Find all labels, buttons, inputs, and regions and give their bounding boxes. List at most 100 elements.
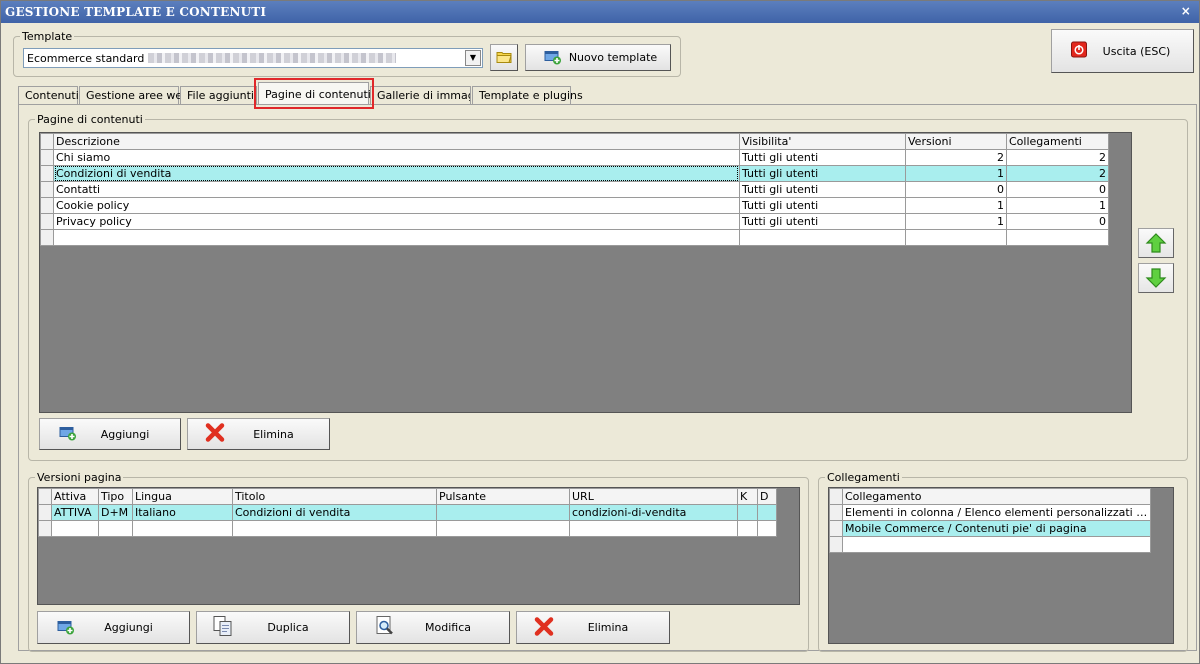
- empty-cell[interactable]: [232, 520, 437, 537]
- empty-cell[interactable]: [739, 229, 906, 246]
- cell-versioni[interactable]: 0: [905, 181, 1007, 198]
- row-indicator[interactable]: [40, 149, 54, 166]
- cell-tipo[interactable]: D+M: [98, 504, 133, 521]
- column-header[interactable]: D: [757, 488, 777, 505]
- cell-d[interactable]: [757, 504, 777, 521]
- delete-version-button[interactable]: Elimina: [516, 611, 670, 644]
- table-row-selected[interactable]: Condizioni di vendita Tutti gli utenti 1…: [40, 165, 1109, 182]
- column-header[interactable]: Lingua: [132, 488, 233, 505]
- row-indicator[interactable]: [40, 165, 54, 182]
- table-row-new[interactable]: [40, 229, 1109, 246]
- cell-collegamenti[interactable]: 0: [1006, 181, 1109, 198]
- cell-collegamenti[interactable]: 1: [1006, 197, 1109, 214]
- table-row[interactable]: Privacy policy Tutti gli utenti 1 0: [40, 213, 1109, 230]
- empty-cell[interactable]: [757, 520, 777, 537]
- column-header[interactable]: Collegamento: [842, 488, 1151, 505]
- edit-version-button[interactable]: Modifica: [356, 611, 510, 644]
- cell-descrizione[interactable]: Chi siamo: [53, 149, 740, 166]
- cell-versioni[interactable]: 1: [905, 197, 1007, 214]
- empty-cell[interactable]: [569, 520, 738, 537]
- tab-gestione-aree-web[interactable]: Gestione aree web: [79, 86, 189, 104]
- cell-visibilita[interactable]: Tutti gli utenti: [739, 181, 906, 198]
- tab-template-e-plugins[interactable]: Template e plugins: [472, 86, 583, 104]
- column-header[interactable]: Collegamenti: [1006, 133, 1109, 150]
- main-window: GESTIONE TEMPLATE E CONTENUTI × Template…: [0, 0, 1200, 664]
- cell-titolo[interactable]: Condizioni di vendita: [232, 504, 437, 521]
- cell-pulsante[interactable]: [436, 504, 570, 521]
- column-header[interactable]: Titolo: [232, 488, 437, 505]
- cell-attiva[interactable]: ATTIVA: [51, 504, 99, 521]
- empty-cell[interactable]: [842, 536, 1151, 553]
- cell-visibilita[interactable]: Tutti gli utenti: [739, 165, 906, 182]
- empty-cell[interactable]: [132, 520, 233, 537]
- table-row-new[interactable]: [38, 520, 777, 537]
- cell-visibilita[interactable]: Tutti gli utenti: [739, 149, 906, 166]
- cell-descrizione[interactable]: Contatti: [53, 181, 740, 198]
- row-indicator[interactable]: [40, 229, 54, 246]
- tab-file-aggiuntivi[interactable]: File aggiuntivi: [180, 86, 257, 104]
- cell-descrizione[interactable]: Condizioni di vendita: [53, 165, 740, 182]
- cell-collegamenti[interactable]: 2: [1006, 149, 1109, 166]
- open-folder-button[interactable]: [490, 44, 518, 71]
- cell-versioni[interactable]: 2: [905, 149, 1007, 166]
- links-legend: Collegamenti: [827, 471, 900, 484]
- duplicate-version-button[interactable]: Duplica: [196, 611, 350, 644]
- delete-page-button[interactable]: Elimina: [187, 418, 330, 450]
- cell-collegamenti[interactable]: 2: [1006, 165, 1109, 182]
- cell-visibilita[interactable]: Tutti gli utenti: [739, 197, 906, 214]
- exit-button[interactable]: Uscita (ESC): [1051, 29, 1194, 73]
- row-indicator[interactable]: [40, 197, 54, 214]
- column-header[interactable]: Visibilita': [739, 133, 906, 150]
- table-row[interactable]: Chi siamo Tutti gli utenti 2 2: [40, 149, 1109, 166]
- row-indicator[interactable]: [829, 504, 843, 521]
- column-header[interactable]: Descrizione: [53, 133, 740, 150]
- row-indicator[interactable]: [38, 504, 52, 521]
- empty-cell[interactable]: [53, 229, 740, 246]
- move-up-button[interactable]: [1138, 228, 1174, 258]
- tab-contenuti[interactable]: Contenuti: [18, 86, 79, 104]
- tab-gallerie-di-immagini[interactable]: Gallerie di immagini: [370, 86, 471, 104]
- table-row[interactable]: Contatti Tutti gli utenti 0 0: [40, 181, 1109, 198]
- template-select[interactable]: Ecommerce standard ▼: [23, 48, 483, 68]
- table-row-selected[interactable]: ATTIVA D+M Italiano Condizioni di vendit…: [38, 504, 777, 521]
- empty-cell[interactable]: [98, 520, 133, 537]
- cell-collegamenti[interactable]: 0: [1006, 213, 1109, 230]
- cell-descrizione[interactable]: Privacy policy: [53, 213, 740, 230]
- add-page-button[interactable]: Aggiungi: [39, 418, 181, 450]
- cell-descrizione[interactable]: Cookie policy: [53, 197, 740, 214]
- table-row[interactable]: Elementi in colonna / Elenco elementi pe…: [829, 504, 1151, 521]
- row-indicator[interactable]: [40, 181, 54, 198]
- cell-versioni[interactable]: 1: [905, 165, 1007, 182]
- table-row-new[interactable]: [829, 536, 1151, 553]
- cell-versioni[interactable]: 1: [905, 213, 1007, 230]
- row-indicator[interactable]: [829, 536, 843, 553]
- cell-visibilita[interactable]: Tutti gli utenti: [739, 213, 906, 230]
- row-indicator[interactable]: [829, 520, 843, 537]
- pages-header-row: Descrizione Visibilita' Versioni Collega…: [40, 133, 1109, 150]
- empty-cell[interactable]: [737, 520, 758, 537]
- cell-lingua[interactable]: Italiano: [132, 504, 233, 521]
- cell-collegamento[interactable]: Mobile Commerce / Contenuti pie' di pagi…: [842, 520, 1151, 537]
- table-row-selected[interactable]: Mobile Commerce / Contenuti pie' di pagi…: [829, 520, 1151, 537]
- chevron-down-icon[interactable]: ▼: [465, 50, 481, 66]
- cell-k[interactable]: [737, 504, 758, 521]
- close-icon[interactable]: ×: [1181, 4, 1191, 18]
- empty-cell[interactable]: [905, 229, 1007, 246]
- cell-url[interactable]: condizioni-di-vendita: [569, 504, 738, 521]
- row-indicator[interactable]: [38, 520, 52, 537]
- empty-cell[interactable]: [436, 520, 570, 537]
- column-header[interactable]: Versioni: [905, 133, 1007, 150]
- move-down-button[interactable]: [1138, 263, 1174, 293]
- column-header[interactable]: Pulsante: [436, 488, 570, 505]
- add-version-button[interactable]: Aggiungi: [37, 611, 190, 644]
- column-header[interactable]: Tipo: [98, 488, 133, 505]
- column-header[interactable]: URL: [569, 488, 738, 505]
- row-indicator[interactable]: [40, 213, 54, 230]
- new-template-button[interactable]: Nuovo template: [525, 44, 671, 71]
- column-header[interactable]: Attiva: [51, 488, 99, 505]
- table-row[interactable]: Cookie policy Tutti gli utenti 1 1: [40, 197, 1109, 214]
- column-header[interactable]: K: [737, 488, 758, 505]
- empty-cell[interactable]: [1006, 229, 1109, 246]
- empty-cell[interactable]: [51, 520, 99, 537]
- cell-collegamento[interactable]: Elementi in colonna / Elenco elementi pe…: [842, 504, 1151, 521]
